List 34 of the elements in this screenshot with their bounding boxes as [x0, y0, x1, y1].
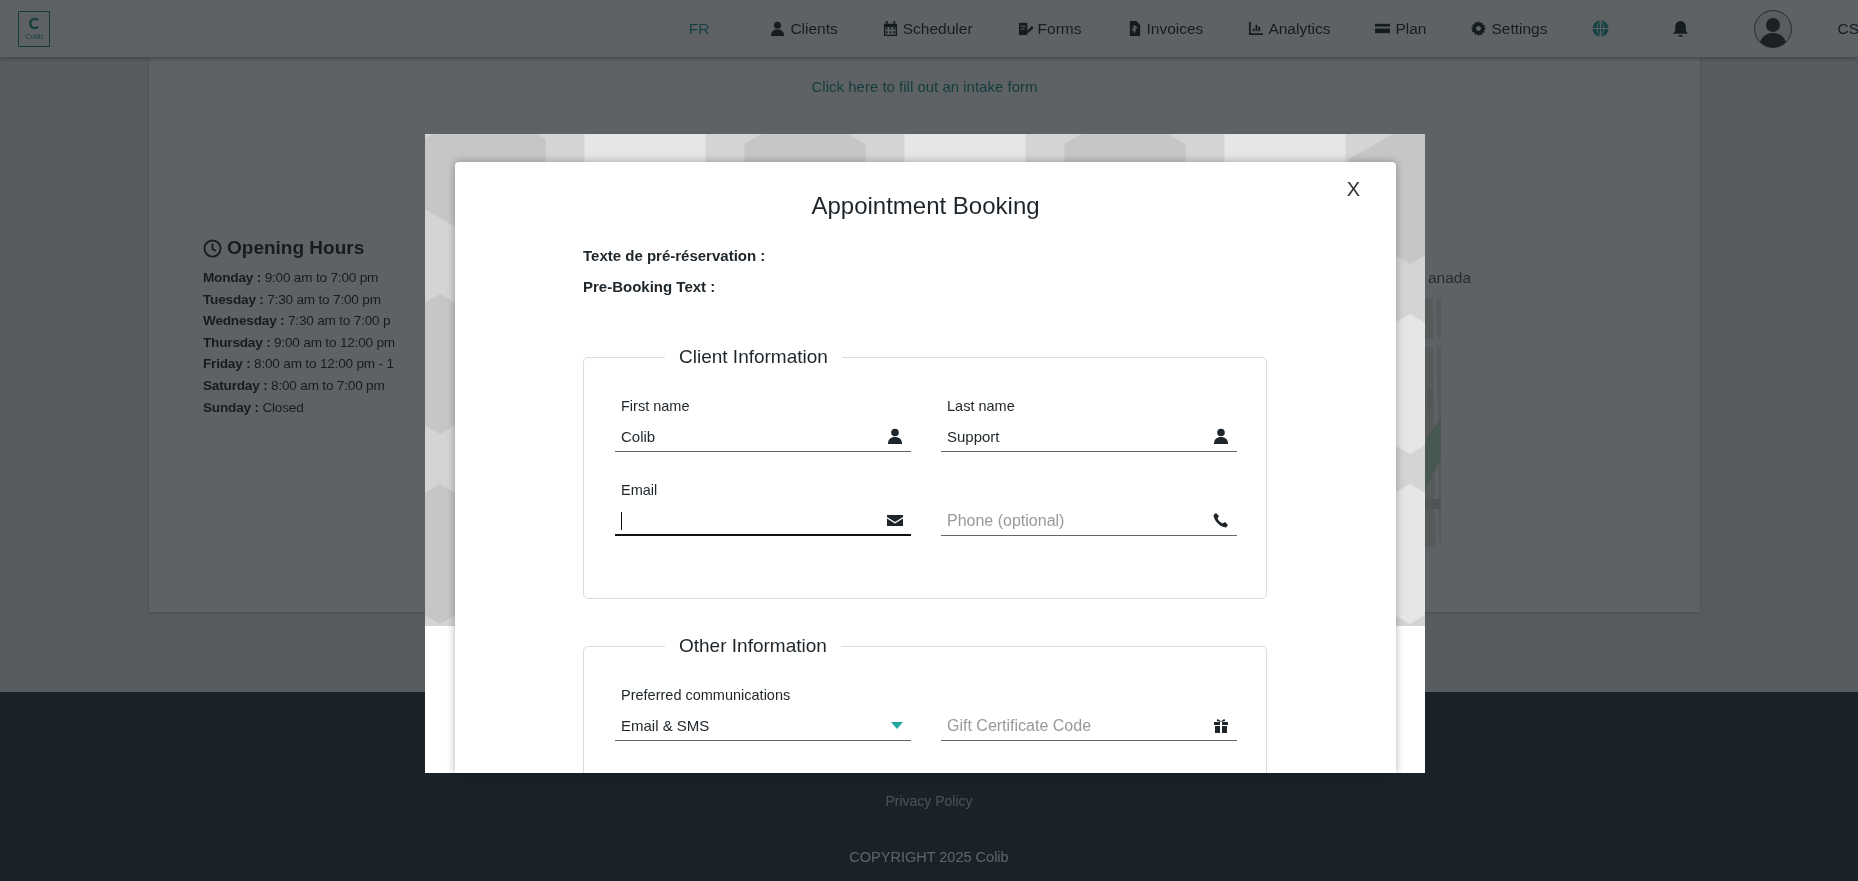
field-label: Preferred communications: [621, 687, 792, 703]
avatar[interactable]: [1754, 9, 1793, 48]
opening-hours-line: Thursday : 9:00 am to 12:00 pm: [203, 333, 395, 352]
opening-hours-line: Wednesday : 7:30 am to 7:00 p: [203, 312, 392, 331]
opening-hours-line: Friday : 8:00 am to 12:00 pm - 1: [203, 355, 395, 374]
c-letter-icon: [26, 16, 42, 31]
bar-chart-icon: [1248, 21, 1264, 36]
card-icon: [1375, 21, 1391, 36]
language-link[interactable]: FR: [688, 19, 710, 38]
intake-form-link[interactable]: Click here to fill out an intake form: [811, 78, 1038, 95]
caret-icon: [891, 721, 903, 729]
nav-link[interactable]: Clients: [770, 19, 838, 38]
gift-icon: [1213, 717, 1229, 733]
nav-link[interactable]: Settings: [1471, 19, 1548, 38]
opening-hours-line: Saturday : 8:00 am to 7:00 pm: [203, 376, 386, 395]
nav-link[interactable]: Invoices: [1126, 19, 1204, 38]
nav-link[interactable]: Forms: [1017, 19, 1082, 38]
globe-icon[interactable]: [1592, 20, 1610, 37]
nav-link[interactable]: Analytics: [1248, 19, 1331, 38]
nav-link[interactable]: Scheduler: [882, 19, 973, 38]
opening-hours-line: Tuesday : 7:30 am to 7:00 pm: [203, 290, 382, 309]
opening-hours-line: Sunday : Closed: [203, 398, 305, 417]
person-icon: [770, 21, 786, 36]
section-title: Other Information: [678, 635, 828, 657]
calendar-icon: [882, 21, 898, 36]
clock-icon: [203, 238, 222, 258]
opening-hours-line: Monday : 9:00 am to 7:00 pm: [203, 269, 380, 287]
settings-icon: [1471, 21, 1487, 36]
section-heading: Opening Hours: [227, 237, 365, 259]
nav-link[interactable]: Plan: [1375, 19, 1427, 38]
bell-icon[interactable]: [1672, 20, 1690, 37]
form-edit-icon: [1017, 21, 1033, 36]
user-initials: CS: [1837, 19, 1858, 38]
copyright-text: COPYRIGHT 2025 Colib: [849, 849, 1009, 865]
